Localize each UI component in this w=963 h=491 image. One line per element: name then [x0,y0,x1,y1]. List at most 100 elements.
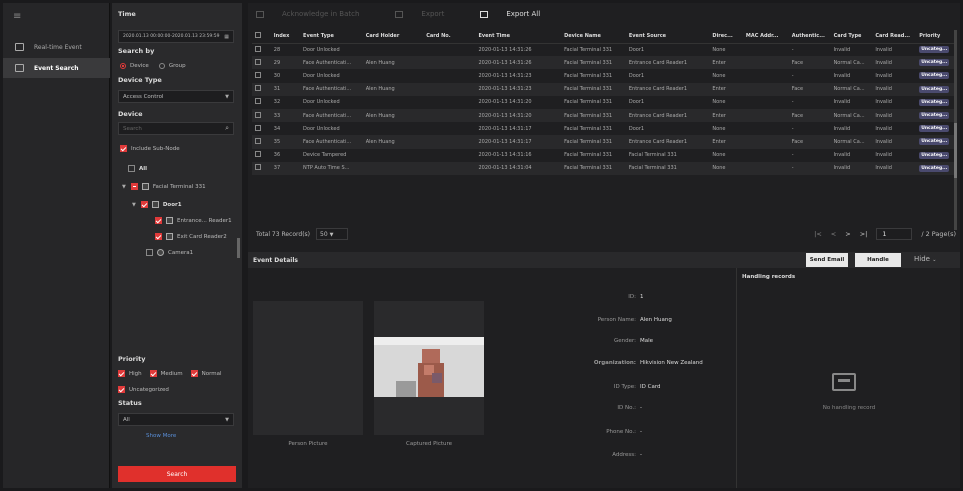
row-select-cell[interactable] [252,135,271,149]
table-row[interactable]: 36 Device Tampered 2020-01-13 14:31:16 Faci… [252,149,956,162]
entrance-checkbox[interactable] [155,217,162,224]
status-select[interactable]: All ▼ [118,413,234,426]
exit-checkbox[interactable] [155,233,162,240]
column-header[interactable]: Authentic... [788,30,831,44]
show-more-link[interactable]: Show More [146,433,176,439]
row-select-cell[interactable] [252,43,271,56]
tree-all[interactable]: All [128,165,147,172]
per-page-select[interactable]: 50 ▼ [316,228,348,240]
camera-checkbox[interactable] [146,249,153,256]
calendar-icon[interactable]: ▦ [224,34,229,40]
row-checkbox[interactable] [255,45,261,52]
table-row[interactable]: 34 Door Unlocked 2020-01-13 14:31:17 Facial… [252,122,956,135]
table-scroll-thumb[interactable] [954,123,957,178]
row-select-cell[interactable] [252,122,271,135]
tree-exit[interactable]: Exit Card Reader2 [155,233,227,240]
expand-arrow-icon[interactable]: ▼ [132,202,136,208]
nav-item-event-search[interactable]: Event Search [3,58,110,78]
info-field: ID Type: ID Card [533,384,661,390]
tree-all-checkbox[interactable] [128,165,135,172]
tree-terminal[interactable]: ▼ Facial Terminal 331 [122,183,206,190]
export-all-button[interactable]: Export All [480,10,558,18]
table-row[interactable]: 29 Face Authenticati... Alen Huang 2020-01-… [252,56,956,70]
search-button[interactable]: Search [118,466,236,482]
search-by-label: Search by [118,47,155,55]
door-checkbox[interactable] [140,201,148,208]
row-select-cell[interactable] [252,108,271,123]
column-header[interactable]: MAC Addr... [742,30,789,44]
column-header[interactable]: Event Time [475,30,562,44]
expand-arrow-icon[interactable]: ▼ [122,184,126,190]
table-row[interactable]: 35 Face Authenticati... Alen Huang 2020-01-… [252,135,956,149]
priority-uncat-checkbox[interactable] [118,386,125,393]
table-cell: Face [788,82,831,96]
info-key: Organization: [593,360,636,366]
hide-toggle[interactable]: Hide ⌄ [914,255,936,263]
export-button[interactable]: Export [395,10,462,18]
acknowledge-batch-button[interactable]: Acknowledge in Batch [256,10,377,18]
include-subnode-row[interactable]: Include Sub-Node [120,145,180,152]
menu-icon[interactable]: ≡ [13,11,21,22]
search-icon[interactable]: ⌕ [225,124,229,133]
column-header[interactable]: Priority [916,30,956,44]
table-cell [362,161,424,175]
column-header[interactable]: Card Holder [362,30,424,44]
column-header[interactable]: Card Type [830,30,873,44]
tree-door[interactable]: ▼ Door1 [132,201,182,208]
handle-button[interactable]: Handle [855,253,901,267]
row-select-cell[interactable] [252,96,271,109]
tree-entrance[interactable]: Entrance... Reader1 [155,217,232,224]
table-row[interactable]: 33 Face Authenticati... Alen Huang 2020-01-… [252,108,956,123]
table-cell: 29 [270,56,301,70]
row-select-cell[interactable] [252,149,271,162]
header-select-all[interactable] [252,30,271,44]
row-select-cell[interactable] [252,161,271,175]
priority-medium-checkbox[interactable] [149,370,157,377]
table-row[interactable]: 30 Door Unlocked 2020-01-13 14:31:23 Facial… [252,69,956,82]
device-radio[interactable] [120,63,126,69]
include-subnode-checkbox[interactable] [120,145,127,152]
row-checkbox[interactable] [255,124,261,131]
group-radio[interactable] [158,63,165,69]
select-all-checkbox[interactable] [255,32,261,39]
first-page-icon[interactable]: |< [814,230,822,238]
last-page-icon[interactable]: >| [860,230,868,238]
row-checkbox[interactable] [255,71,261,78]
time-range-input[interactable]: 2020.01.13 00:00:00-2020.01.13 23:59:59 ▦ [118,30,234,43]
column-header[interactable]: Direc... [709,30,743,44]
prev-page-icon[interactable]: < [831,230,836,238]
row-select-cell[interactable] [252,56,271,70]
row-checkbox[interactable] [255,111,261,118]
table-row[interactable]: 32 Door Unlocked 2020-01-13 14:31:20 Facial… [252,96,956,109]
next-page-icon[interactable]: > [845,230,850,238]
column-header[interactable]: Index [270,30,301,44]
row-checkbox[interactable] [255,58,261,65]
column-header[interactable]: Event Type [300,30,363,44]
terminal-checkbox[interactable] [130,183,138,190]
column-header[interactable]: Event Source [625,30,710,44]
device-type-select[interactable]: Access Control ▼ [118,90,234,103]
column-header[interactable]: Card Read... [872,30,917,44]
column-header[interactable]: Card No. [423,30,476,44]
table-cell: 30 [273,72,281,79]
table-row[interactable]: 37 NTP Auto Time S... 2020-01-13 14:31:04 F… [252,161,956,175]
row-select-cell[interactable] [252,69,271,82]
nav-item-realtime-event[interactable]: Real-time Event [3,37,110,57]
send-email-button[interactable]: Send Email [806,253,848,267]
row-select-cell[interactable] [252,82,271,96]
row-checkbox[interactable] [255,164,261,171]
device-search-input[interactable]: Search ⌕ [118,122,234,135]
priority-uncat-row[interactable]: Uncategorized [118,386,169,393]
priority-normal-checkbox[interactable] [190,370,198,377]
page-input[interactable]: 1 [876,228,913,240]
row-checkbox[interactable] [255,85,261,92]
table-row[interactable]: 31 Face Authenticati... Alen Huang 2020-01-… [252,82,956,96]
tree-camera[interactable]: Camera1 [146,249,193,256]
row-checkbox[interactable] [255,137,261,144]
priority-high-checkbox[interactable] [118,370,125,377]
row-checkbox[interactable] [255,98,261,105]
table-row[interactable]: 28 Door Unlocked 2020-01-13 14:31:26 Facial… [252,43,956,56]
panel-splitter[interactable] [237,238,240,258]
row-checkbox[interactable] [255,151,261,158]
column-header[interactable]: Device Name [561,30,626,44]
